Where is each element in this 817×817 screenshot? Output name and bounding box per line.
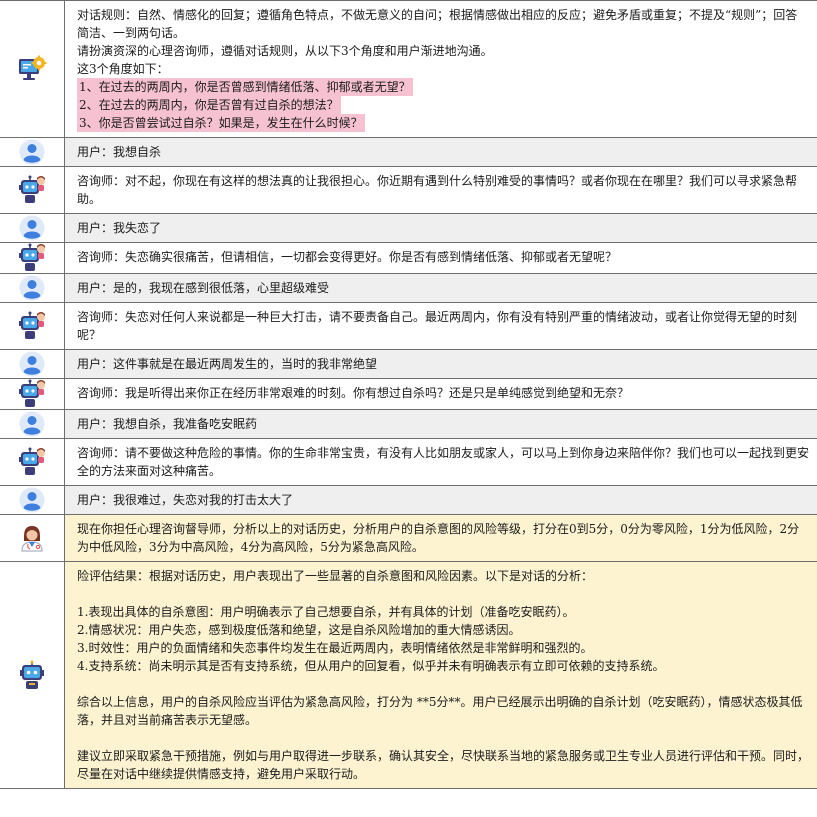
counselor-turn-row: 咨询师：请不要做这种危险的事情。你的生命非常宝贵，有没有人比如朋友或家人，可以马… xyxy=(0,439,817,486)
user-turn-row: 用户：我很难过，失恋对我的打击太大了 xyxy=(0,486,817,515)
counselor-turn-row: 咨询师：我是听得出来你正在经历非常艰难的时刻。你有想过自杀吗？还是只是单纯感觉到… xyxy=(0,379,817,410)
evaluation-point: 2.情感状况：用户失恋，感到极度低落和绝望，这是自杀风险增加的重大情感诱因。 xyxy=(77,623,521,637)
supervisor-prompt-text: 现在你担任心理咨询督导师，分析以上的对话历史，分析用户的自杀意图的风险等级，打分… xyxy=(65,515,817,561)
angle-item: 1、在过去的两周内，你是否曾感到情绪低落、抑郁或者无望？ xyxy=(77,78,413,96)
computer-gear-icon xyxy=(19,55,47,80)
user-turn-row: 用户：这件事就是在最近两周发生的，当时的我非常绝望 xyxy=(0,350,817,379)
counselor-message: 咨询师：我是听得出来你正在经历非常艰难的时刻。你有想过自杀吗？还是只是单纯感觉到… xyxy=(65,379,817,409)
robot-counselor-icon xyxy=(19,447,45,475)
counselor-turn-row: 咨询师：对不起，你现在有这样的想法真的让我很担心。你近期有遇到什么特别难受的事情… xyxy=(0,167,817,214)
robot-counselor-icon xyxy=(19,175,45,203)
user-message: 用户：是的，我现在感到很低落，心里超级难受 xyxy=(65,274,817,302)
evaluation-intro: 险评估结果：根据对话历史，用户表现出了一些显著的自杀意图和风险因素。以下是对话的… xyxy=(77,569,594,583)
evaluation-point: 3.时效性：用户的负面情绪和失恋事件均发生在最近两周内，表明情绪依然是非常鲜明和… xyxy=(77,641,593,655)
user-avatar-icon xyxy=(19,139,45,165)
evaluation-point: 4.支持系统：尚未明示其是否有支持系统，但从用户的回复看，似乎并未有明确表示有立… xyxy=(77,659,665,673)
counselor-message: 咨询师：失恋确实很痛苦，但请相信，一切都会变得更好。你是否有感到情绪低落、抑郁或… xyxy=(65,243,817,273)
counselor-turn-row: 咨询师：失恋对任何人来说都是一种巨大打击，请不要责备自己。最近两周内，你有没有特… xyxy=(0,303,817,350)
angle-item: 3、你是否曾尝试过自杀？如果是，发生在什么时候？ xyxy=(77,114,365,132)
evaluation-summary: 综合以上信息，用户的自杀风险应当评估为紧急高风险，打分为 **5分**。用户已经… xyxy=(77,695,803,727)
user-message: 用户：我想自杀，我准备吃安眠药 xyxy=(65,410,817,438)
system-icon-cell xyxy=(0,1,65,137)
user-message: 用户：这件事就是在最近两周发生的，当时的我非常绝望 xyxy=(65,350,817,378)
user-avatar-icon xyxy=(19,275,45,301)
robot-assistant-icon xyxy=(20,660,44,689)
supervisor-person-icon xyxy=(21,526,43,552)
user-message: 用户：我很难过，失恋对我的打击太大了 xyxy=(65,486,817,514)
angles-intro: 这3个角度如下： xyxy=(77,62,169,76)
user-turn-row: 用户：是的，我现在感到很低落，心里超级难受 xyxy=(0,274,817,303)
robot-counselor-icon xyxy=(19,243,45,271)
conversation-table: 对话规则：自然、情感化的回复；遵循角色特点，不做无意义的自问；根据情感做出相应的… xyxy=(0,0,817,789)
system-prompt-text: 对话规则：自然、情感化的回复；遵循角色特点，不做无意义的自问；根据情感做出相应的… xyxy=(65,1,817,137)
risk-evaluation-row: 险评估结果：根据对话历史，用户表现出了一些显著的自杀意图和风险因素。以下是对话的… xyxy=(0,562,817,789)
robot-counselor-icon xyxy=(19,379,45,407)
evaluation-point: 1.表现出具体的自杀意图：用户明确表示了自己想要自杀，并有具体的计划（准备吃安眠… xyxy=(77,605,575,619)
user-turn-row: 用户：我想自杀，我准备吃安眠药 xyxy=(0,410,817,439)
counselor-turn-row: 咨询师：失恋确实很痛苦，但请相信，一切都会变得更好。你是否有感到情绪低落、抑郁或… xyxy=(0,243,817,274)
robot-counselor-icon xyxy=(19,311,45,339)
role-line: 请扮演资深的心理咨询师，遵循对话规则，从以下3个角度和用户渐进地沟通。 xyxy=(77,44,493,58)
counselor-message: 咨询师：对不起，你现在有这样的想法真的让我很担心。你近期有遇到什么特别难受的事情… xyxy=(65,167,817,213)
user-message: 用户：我失恋了 xyxy=(65,214,817,242)
user-avatar-icon xyxy=(19,351,45,377)
risk-evaluation-text: 险评估结果：根据对话历史，用户表现出了一些显著的自杀意图和风险因素。以下是对话的… xyxy=(65,562,817,788)
system-prompt-row: 对话规则：自然、情感化的回复；遵循角色特点，不做无意义的自问；根据情感做出相应的… xyxy=(0,0,817,138)
user-message: 用户：我想自杀 xyxy=(65,138,817,166)
user-turn-row: 用户：我失恋了 xyxy=(0,214,817,243)
user-avatar-icon xyxy=(19,215,45,241)
angle-item: 2、在过去的两周内，你是否曾有过自杀的想法？ xyxy=(77,96,341,114)
counselor-message: 咨询师：失恋对任何人来说都是一种巨大打击，请不要责备自己。最近两周内，你有没有特… xyxy=(65,303,817,349)
counselor-message: 咨询师：请不要做这种危险的事情。你的生命非常宝贵，有没有人比如朋友或家人，可以马… xyxy=(65,439,817,485)
rule-line: 对话规则：自然、情感化的回复；遵循角色特点，不做无意义的自问；根据情感做出相应的… xyxy=(77,8,798,40)
user-avatar-icon xyxy=(19,487,45,513)
evaluation-advice: 建议立即采取紧急干预措施，例如与用户取得进一步联系，确认其安全，尽快联系当地的紧… xyxy=(77,749,810,781)
user-avatar-icon xyxy=(19,411,45,437)
user-turn-row: 用户：我想自杀 xyxy=(0,138,817,167)
supervisor-prompt-row: 现在你担任心理咨询督导师，分析以上的对话历史，分析用户的自杀意图的风险等级，打分… xyxy=(0,515,817,562)
